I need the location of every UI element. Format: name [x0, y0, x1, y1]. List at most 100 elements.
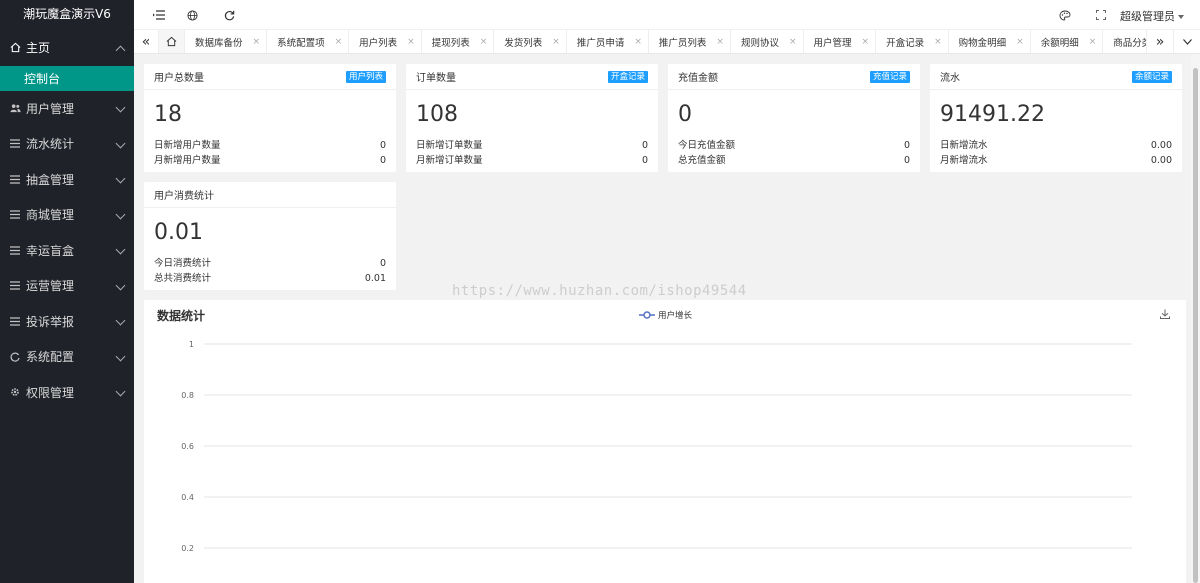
tab-item[interactable]: 发货列表 × [494, 30, 567, 53]
row-label: 今日充值金额 [678, 140, 736, 151]
tab-scroll-right-icon[interactable]: » [1146, 30, 1173, 53]
card-title: 用户总数量 [154, 73, 204, 84]
close-icon[interactable]: × [407, 37, 415, 47]
row-value: 0 [379, 140, 386, 151]
tab-scroll-left-icon[interactable]: « [134, 30, 159, 53]
row-label: 月新增流水 [940, 155, 988, 166]
sidebar-item-users[interactable]: 用户管理 [0, 91, 134, 127]
tab-label: 数据库备份 [195, 37, 243, 49]
tab-item[interactable]: 规则协议 × [731, 30, 804, 53]
row-label: 月新增用户数量 [154, 155, 221, 166]
tab-label: 提现列表 [431, 37, 470, 49]
row-label: 总充值金额 [678, 155, 726, 166]
chevron-up-icon [115, 45, 126, 56]
tab-item[interactable]: 提现列表 × [422, 30, 495, 53]
card-value: 108 [416, 102, 458, 127]
close-icon[interactable]: × [934, 37, 942, 47]
sidebar: 潮玩魔盒演示V6 主页 控制台 用户管理 流水统计 抽盒管理 商城管理 幸运盲盒 [0, 0, 134, 583]
card-row: 日新增用户数量 0 [144, 138, 396, 153]
line-chart: 1 0.8 0.6 0.4 0.2 [181, 340, 1132, 553]
tab-item[interactable]: 购物金明细 × [949, 30, 1031, 53]
card-row: 总共消费统计 0.01 [144, 271, 396, 286]
list-icon [8, 279, 22, 293]
caret-down-icon [1178, 15, 1184, 19]
sidebar-item-complaint[interactable]: 投诉举报 [0, 304, 134, 340]
chevron-down-icon [115, 244, 126, 255]
row-label: 总共消费统计 [154, 273, 212, 284]
tab-item[interactable]: 数据库备份 × [185, 30, 268, 53]
row-label: 日新增订单数量 [416, 140, 483, 151]
scrollbar-thumb[interactable] [1193, 68, 1198, 583]
close-icon[interactable]: × [1089, 37, 1097, 47]
sidebar-item-permission[interactable]: 权限管理 [0, 375, 134, 411]
stat-card-flow: 流水 余额记录 91491.22 日新增流水 0.00 月新增流水 0.00 [930, 64, 1182, 172]
close-icon[interactable]: × [480, 37, 488, 47]
card-value: 91491.22 [940, 102, 1045, 127]
sidebar-item-box[interactable]: 抽盒管理 [0, 162, 134, 198]
sidebar-item-label: 用户管理 [26, 101, 75, 116]
sidebar-item-mall[interactable]: 商城管理 [0, 197, 134, 233]
tab-home[interactable] [159, 30, 185, 53]
close-icon[interactable]: × [789, 37, 797, 47]
sidebar-item-label: 运营管理 [26, 279, 75, 294]
close-icon[interactable]: × [552, 37, 560, 47]
globe-icon[interactable] [184, 7, 200, 23]
tab-item[interactable]: 推广员列表 × [649, 30, 731, 53]
tab-item[interactable]: 用户管理 × [804, 30, 877, 53]
close-icon[interactable]: × [253, 37, 261, 47]
close-icon[interactable]: × [716, 37, 724, 47]
page-scrollbar[interactable] [1191, 54, 1200, 583]
sidebar-item-system[interactable]: 系统配置 [0, 339, 134, 375]
row-value: 0.00 [1150, 140, 1172, 151]
menu-toggle-icon[interactable] [151, 7, 167, 23]
tab-item[interactable]: 余额明细 × [1031, 30, 1104, 53]
sidebar-item-ops[interactable]: 运营管理 [0, 268, 134, 304]
tab-dropdown-icon[interactable] [1173, 30, 1200, 53]
tab-item[interactable]: 用户列表 × [349, 30, 422, 53]
close-icon[interactable]: × [862, 37, 870, 47]
sidebar-item-label: 抽盒管理 [26, 172, 75, 187]
home-icon [166, 36, 177, 47]
sidebar-item-flow[interactable]: 流水统计 [0, 126, 134, 162]
card-badge-button[interactable]: 充值记录 [869, 70, 910, 83]
chevron-down-icon [115, 315, 126, 326]
sidebar-item-lucky[interactable]: 幸运盲盒 [0, 233, 134, 269]
refresh-icon[interactable] [221, 7, 237, 23]
data-stats-panel: 数据统计 用户增长 1 0.8 0.6 0.4 0.2 [144, 300, 1186, 583]
refresh-icon [8, 350, 22, 364]
close-icon[interactable]: × [335, 37, 343, 47]
admin-user-menu[interactable]: 超级管理员 [1120, 8, 1184, 24]
row-value: 0 [903, 140, 910, 151]
row-value: 0 [641, 140, 648, 151]
tab-label: 购物金明细 [958, 37, 1007, 49]
stat-card-consumption: 用户消费统计 0.01 今日消费统计 0 总共消费统计 0.01 [144, 182, 396, 290]
sidebar-item-label: 流水统计 [26, 137, 75, 152]
sidebar-item-home[interactable]: 主页 [0, 30, 134, 66]
row-label: 日新增流水 [940, 140, 988, 151]
admin-label: 超级管理员 [1120, 10, 1175, 23]
close-icon[interactable]: × [1016, 37, 1024, 47]
tab-strip: 数据库备份 × 系统配置项 × 用户列表 × 提现列表 × 发货列表 × 推广员申请 × 推… [185, 30, 1146, 53]
theme-palette-icon[interactable] [1057, 7, 1073, 23]
card-row: 月新增流水 0.00 [930, 153, 1182, 168]
y-tick-label: 0.8 [181, 391, 194, 400]
row-value: 0.01 [364, 273, 386, 284]
tab-item[interactable]: 系统配置项 × [267, 30, 350, 53]
tab-item[interactable]: 商品分类× [1103, 30, 1146, 53]
tab-label: 推广员列表 [658, 37, 707, 49]
card-badge-button[interactable]: 余额记录 [1131, 70, 1172, 83]
tab-item[interactable]: 开盒记录 × [876, 30, 949, 53]
close-icon[interactable]: × [634, 37, 642, 47]
watermark-text: https://www.huzhan.com/ishop49544 [452, 283, 747, 299]
card-row: 月新增订单数量 0 [406, 153, 658, 168]
chevron-down-icon [115, 386, 126, 397]
sidebar-item-label: 商城管理 [26, 208, 75, 223]
card-row: 月新增用户数量 0 [144, 153, 396, 168]
card-badge-button[interactable]: 用户列表 [345, 70, 386, 83]
tab-item[interactable]: 推广员申请 × [567, 30, 649, 53]
card-badge-button[interactable]: 开盒记录 [607, 70, 648, 83]
sidebar-subitem-console[interactable]: 控制台 [0, 65, 134, 91]
sidebar-item-label: 权限管理 [26, 385, 75, 400]
y-tick-label: 1 [189, 340, 194, 349]
fullscreen-icon[interactable] [1093, 7, 1109, 23]
